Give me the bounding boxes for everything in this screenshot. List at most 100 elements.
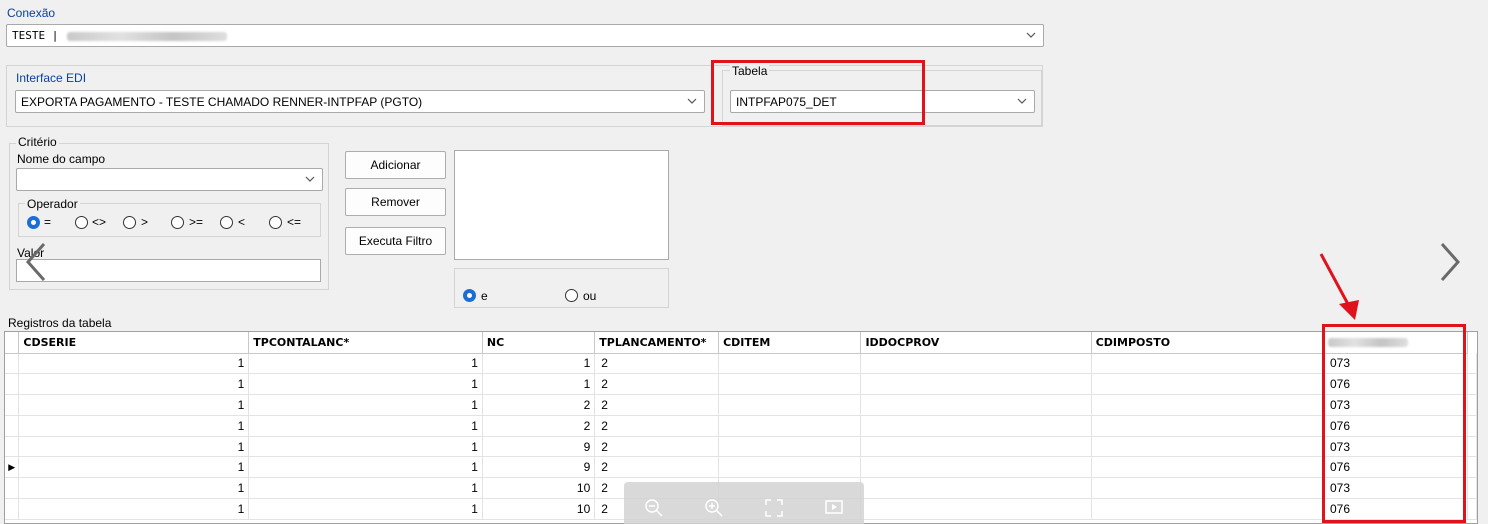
table-cell[interactable]: 1 <box>482 353 596 375</box>
col-header[interactable]: CDITEM <box>718 332 862 354</box>
table-cell[interactable]: 1 <box>248 394 483 416</box>
table-cell-empty <box>1467 456 1477 479</box>
connection-combo[interactable]: TESTE | <box>6 24 1044 47</box>
table-cell[interactable]: 1 <box>248 353 483 375</box>
col-header[interactable]: CDSERIE <box>18 332 250 354</box>
table-cell[interactable] <box>1091 456 1324 479</box>
table-cell[interactable]: 1 <box>248 415 483 437</box>
operator-radio-ne[interactable] <box>75 216 88 229</box>
col-header[interactable]: CDIMPOSTO <box>1091 332 1324 354</box>
table-cell[interactable] <box>860 353 1092 375</box>
col-header[interactable]: NC <box>482 332 596 354</box>
operator-radio-lt[interactable] <box>220 216 233 229</box>
table-cell[interactable]: 1 <box>18 415 250 437</box>
table-row[interactable]: 1 1 2 2 076 <box>5 415 1477 437</box>
table-row[interactable]: ▶ 1 1 9 2 076 <box>5 456 1477 479</box>
table-cell[interactable]: 2 <box>482 394 596 416</box>
fullscreen-icon[interactable] <box>764 498 784 522</box>
table-cell[interactable]: 2 <box>594 353 720 375</box>
table-cell[interactable] <box>1091 415 1324 437</box>
row-indicator[interactable] <box>5 477 20 500</box>
row-indicator-header <box>5 332 20 354</box>
table-cell[interactable]: 2 <box>594 415 720 437</box>
table-cell[interactable] <box>860 456 1092 479</box>
table-cell[interactable]: 1 <box>482 373 596 396</box>
table-cell[interactable] <box>718 353 862 375</box>
table-cell[interactable]: 1 <box>248 498 483 520</box>
table-cell[interactable]: 1 <box>18 498 250 520</box>
row-indicator[interactable] <box>5 498 20 520</box>
table-cell[interactable]: 1 <box>248 477 483 500</box>
table-row[interactable]: 1 1 9 2 073 <box>5 436 1477 458</box>
table-row[interactable]: 1 1 2 2 073 <box>5 394 1477 416</box>
zoom-out-icon[interactable] <box>644 498 664 522</box>
chevron-right-icon[interactable] <box>1436 240 1464 291</box>
operator-radio-eq[interactable] <box>27 216 40 229</box>
edi-combo[interactable]: EXPORTA PAGAMENTO - TESTE CHAMADO RENNER… <box>15 90 705 113</box>
run-filter-button[interactable]: Executa Filtro <box>345 227 446 255</box>
table-cell[interactable] <box>860 477 1092 500</box>
table-cell[interactable]: 1 <box>248 456 483 479</box>
table-cell[interactable] <box>1091 477 1324 500</box>
table-cell[interactable]: 9 <box>482 436 596 458</box>
table-cell[interactable]: 1 <box>18 456 250 479</box>
table-cell[interactable] <box>718 436 862 458</box>
operator-radio-le[interactable] <box>269 216 282 229</box>
zoom-in-icon[interactable] <box>704 498 724 522</box>
table-cell[interactable]: 2 <box>594 394 720 416</box>
slideshow-icon[interactable] <box>824 498 844 522</box>
table-cell[interactable]: 10 <box>482 498 596 520</box>
table-cell[interactable]: 2 <box>482 415 596 437</box>
table-cell[interactable]: 1 <box>248 373 483 396</box>
table-cell[interactable]: 10 <box>482 477 596 500</box>
logic-radio-or[interactable] <box>565 289 578 302</box>
row-indicator[interactable]: ▶ <box>5 456 20 479</box>
value-input[interactable] <box>16 259 321 282</box>
table-cell[interactable]: 1 <box>18 353 250 375</box>
table-cell[interactable]: 1 <box>248 436 483 458</box>
table-cell[interactable] <box>860 436 1092 458</box>
operator-radio-gt[interactable] <box>123 216 136 229</box>
table-cell[interactable] <box>718 415 862 437</box>
table-cell[interactable]: 2 <box>594 436 720 458</box>
table-row[interactable]: 1 1 1 2 073 <box>5 353 1477 375</box>
table-cell[interactable]: 1 <box>18 477 250 500</box>
table-cell[interactable]: 1 <box>18 394 250 416</box>
row-indicator[interactable] <box>5 394 20 416</box>
table-cell[interactable]: 2 <box>594 373 720 396</box>
table-cell[interactable]: 9 <box>482 456 596 479</box>
table-cell[interactable]: 2 <box>594 456 720 479</box>
table-cell[interactable] <box>718 394 862 416</box>
table-cell[interactable] <box>860 373 1092 396</box>
table-cell[interactable] <box>718 456 862 479</box>
table-row[interactable]: 1 1 1 2 076 <box>5 373 1477 396</box>
row-indicator[interactable] <box>5 353 20 375</box>
table-cell[interactable] <box>1091 394 1324 416</box>
table-cell[interactable] <box>1091 353 1324 375</box>
table-cell[interactable] <box>718 373 862 396</box>
field-name-combo[interactable] <box>16 168 323 191</box>
remove-button[interactable]: Remover <box>345 188 446 216</box>
criteria-listbox[interactable] <box>454 150 669 260</box>
viewer-toolbar <box>624 482 864 524</box>
operator-radio-ge[interactable] <box>171 216 184 229</box>
chevron-left-icon[interactable] <box>22 240 50 291</box>
table-cell[interactable] <box>860 415 1092 437</box>
add-button[interactable]: Adicionar <box>345 151 446 179</box>
table-cell[interactable] <box>1091 373 1324 396</box>
table-cell[interactable] <box>1091 498 1324 520</box>
table-cell[interactable] <box>1091 436 1324 458</box>
table-cell[interactable] <box>860 498 1092 520</box>
logic-radio-and[interactable] <box>463 289 476 302</box>
table-cell[interactable]: 1 <box>18 436 250 458</box>
operator-label-ge: >= <box>189 215 204 229</box>
col-header[interactable]: IDDOCPROV <box>860 332 1092 354</box>
col-header[interactable]: TPCONTALANC* <box>248 332 483 354</box>
row-indicator[interactable] <box>5 415 20 437</box>
row-indicator[interactable] <box>5 373 20 396</box>
col-header[interactable]: TPLANCAMENTO* <box>594 332 720 354</box>
row-indicator[interactable] <box>5 436 20 458</box>
table-cell[interactable] <box>860 394 1092 416</box>
criteria-label: Critério <box>16 135 59 149</box>
table-cell[interactable]: 1 <box>18 373 250 396</box>
